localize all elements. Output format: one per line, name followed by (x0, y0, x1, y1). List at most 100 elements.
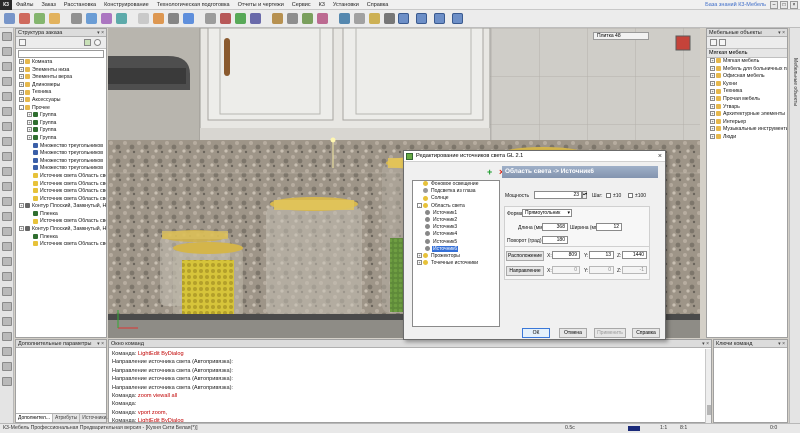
toolbar-tool-icon[interactable] (384, 13, 395, 24)
left-tool-icon[interactable] (2, 152, 12, 161)
light-tree-item[interactable]: Источник3 (413, 224, 499, 231)
power-input[interactable]: 23 (534, 191, 582, 199)
knowledge-base-link[interactable]: База знаний К3-Мебель (705, 2, 770, 8)
expand-icon[interactable]: + (417, 260, 422, 266)
gear-icon[interactable] (94, 39, 101, 46)
status-zoom-3[interactable]: 0:0 (770, 424, 777, 433)
left-tool-icon[interactable] (2, 227, 12, 236)
left-tool-icon[interactable] (2, 287, 12, 296)
collapse-icon[interactable]: - (19, 104, 24, 110)
length-input[interactable]: 368 (542, 223, 568, 231)
structure-tree-item[interactable]: Источник света Область света (16, 181, 106, 189)
expand-icon[interactable]: + (19, 74, 24, 80)
structure-tree-item[interactable]: Источник света Область света (16, 188, 106, 196)
expand-icon[interactable]: + (417, 253, 422, 259)
expand-icon[interactable]: + (710, 103, 715, 109)
home-icon[interactable] (719, 39, 726, 46)
structure-tree-item[interactable]: + Контур Плоский, Замкнутый, Н (16, 203, 106, 211)
furniture-category[interactable]: + Интерьер (707, 119, 787, 127)
furniture-section-header[interactable]: Мягкая мебель (707, 49, 787, 58)
toolbar-tool-icon[interactable] (19, 13, 30, 24)
structure-tree-item[interactable]: Источник света Область света (16, 241, 106, 249)
expand-icon[interactable]: + (19, 59, 24, 65)
left-tool-icon[interactable] (2, 257, 12, 266)
structure-tree-item[interactable]: + Группа (16, 135, 106, 143)
toolbar-tool-icon[interactable] (354, 13, 365, 24)
furniture-category[interactable]: + Мягкая мебель (707, 58, 787, 66)
loc-y-input[interactable]: 13 (589, 251, 614, 259)
left-tool-icon[interactable] (2, 302, 12, 311)
furniture-category[interactable]: + Мебель для больничных пал (707, 66, 787, 74)
expand-icon[interactable]: + (19, 97, 24, 103)
furniture-category[interactable]: + Прочая мебель (707, 96, 787, 104)
menu-item[interactable]: Установки (329, 2, 363, 8)
cancel-button[interactable]: Отмена (559, 328, 587, 338)
left-tool-icon[interactable] (2, 122, 12, 131)
light-tree-item[interactable]: Источник6 (413, 245, 499, 253)
ext-params-tab[interactable]: Дополнител... (16, 414, 54, 422)
toolbar-tool-icon[interactable] (235, 13, 246, 24)
light-icon[interactable] (434, 13, 445, 24)
expand-icon[interactable]: + (710, 58, 715, 64)
expand-icon[interactable]: + (710, 126, 715, 132)
furniture-category[interactable]: + Утварь (707, 104, 787, 112)
left-tool-icon[interactable] (2, 317, 12, 326)
expand-icon[interactable]: + (19, 226, 24, 232)
structure-tree-item[interactable]: + Элементы верха (16, 74, 106, 82)
light-tree-item[interactable]: +Фоновое освещение (413, 181, 499, 188)
structure-tree-item[interactable]: + Элементы низа (16, 67, 106, 75)
structure-tree-item[interactable]: Множество треугольников (16, 158, 106, 166)
structure-tree-item[interactable]: Множество треугольников (16, 143, 106, 151)
minimize-button[interactable]: – (770, 0, 778, 9)
left-tool-icon[interactable] (2, 77, 12, 86)
fit-all-icon[interactable] (416, 13, 427, 24)
toolbar-tool-icon[interactable] (71, 13, 82, 24)
toolbar-tool-icon[interactable] (153, 13, 164, 24)
expand-icon[interactable]: + (27, 119, 32, 125)
command-scrollbar[interactable] (705, 349, 711, 423)
loc-z-input[interactable]: 1440 (622, 251, 647, 259)
light-tree-item[interactable]: Источник4 (413, 231, 499, 238)
power-spinner[interactable]: ▴▾ (582, 191, 587, 199)
help-button[interactable]: Справка (632, 328, 660, 338)
ext-params-tab[interactable]: Атрибуты (53, 414, 81, 422)
expand-icon[interactable]: - (417, 202, 422, 208)
location-button[interactable]: Расположение (506, 251, 544, 261)
structure-tree-item[interactable]: Пленка (16, 234, 106, 242)
toolbar-tool-icon[interactable] (250, 13, 261, 24)
furniture-category[interactable]: + Архитектурные элементы (707, 111, 787, 119)
toolbar-tool-icon[interactable] (183, 13, 194, 24)
furniture-category[interactable]: + Музыкальные инструменты (707, 126, 787, 134)
expand-icon[interactable]: + (19, 81, 24, 87)
maximize-button[interactable]: □ (780, 0, 788, 9)
structure-tree-item[interactable]: + Контур Плоский, Замкнутый, Н (16, 226, 106, 234)
expand-icon[interactable]: + (27, 127, 32, 133)
form-select[interactable]: Прямоугольник ▾ (522, 209, 572, 217)
filter-icon[interactable] (19, 39, 26, 46)
direction-button[interactable]: Направление (506, 266, 544, 276)
toolbar-tool-icon[interactable] (168, 13, 179, 24)
rotate-view-icon[interactable] (398, 13, 409, 24)
left-tool-icon[interactable] (2, 197, 12, 206)
menu-item[interactable]: К3 (315, 2, 329, 8)
light-tree-item[interactable]: Источник1 (413, 210, 499, 217)
panel-close-icon[interactable]: ▾ × (778, 340, 785, 348)
furniture-category[interactable]: + Техника (707, 88, 787, 96)
left-tool-icon[interactable] (2, 272, 12, 281)
structure-tree-item[interactable]: Множество треугольников (16, 165, 106, 173)
light-tree-item[interactable]: - Область света (413, 203, 499, 210)
expand-icon[interactable]: + (710, 118, 715, 124)
toolbar-tool-icon[interactable] (339, 13, 350, 24)
light-tree-item[interactable]: + Точечные источники (413, 260, 499, 267)
left-tool-icon[interactable] (2, 182, 12, 191)
light-source-marker[interactable] (330, 137, 336, 143)
menu-item[interactable]: Расстановка (60, 2, 100, 8)
panel-close-icon[interactable]: ▾ × (97, 29, 104, 37)
structure-tree-item[interactable]: + Группа (16, 127, 106, 135)
structure-tree-item[interactable]: + Группа (16, 120, 106, 128)
light-tree-item[interactable]: Источник2 (413, 217, 499, 224)
expand-icon[interactable]: + (19, 66, 24, 72)
left-tool-icon[interactable] (2, 137, 12, 146)
material-icon[interactable] (452, 13, 463, 24)
expand-icon[interactable]: + (710, 111, 715, 117)
